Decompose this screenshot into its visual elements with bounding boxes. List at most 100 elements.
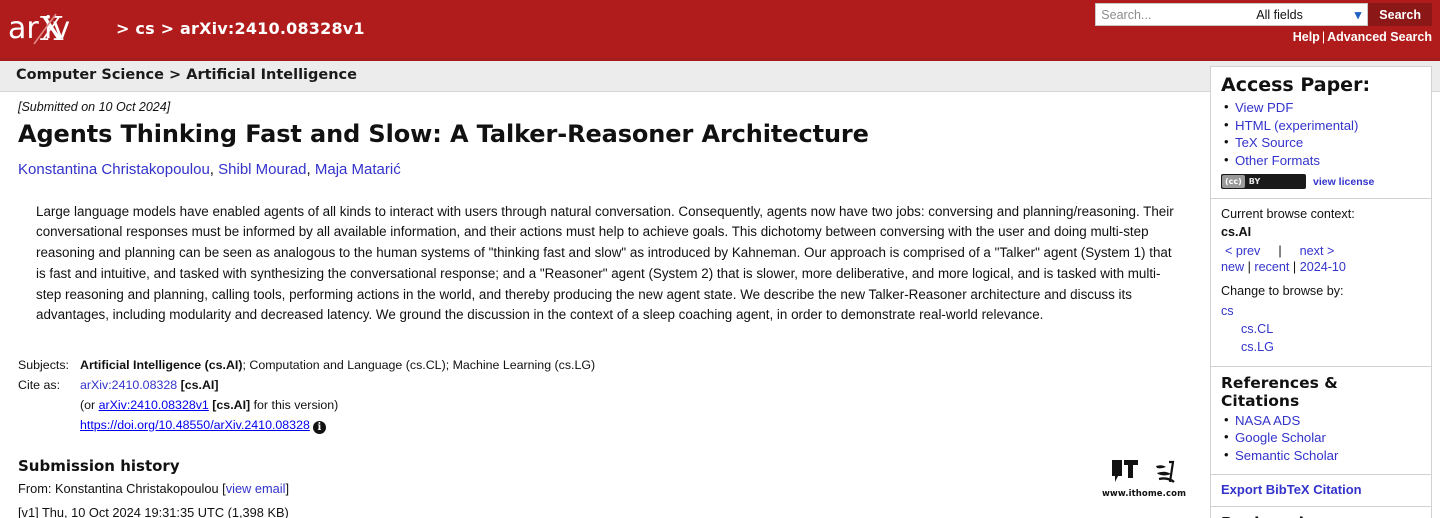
export-citation-section: Export BibTeX Citation (1211, 475, 1431, 507)
subjects-label: Subjects: (18, 358, 69, 373)
browse-cs-lg-link[interactable]: cs.LG (1221, 339, 1421, 357)
author-link[interactable]: Shibl Mourad (218, 161, 306, 178)
ithome-watermark: www.ithome.com (1098, 458, 1190, 499)
cite-row: Cite as: arXiv:2410.08328 [cs.AI] (18, 376, 1177, 396)
breadcrumb-link-cs[interactable]: cs (135, 19, 154, 38)
license-row: (cc) BY view license (1221, 174, 1421, 190)
search-field-selected-value: All fields (1256, 7, 1303, 22)
bookmark-title: Bookmark (1221, 514, 1421, 518)
list-item: View PDF (1224, 98, 1421, 117)
browse-context-value: cs.AI (1221, 225, 1252, 240)
cc-badge-right: BY (1248, 177, 1261, 187)
semantic-scholar-link[interactable]: Semantic Scholar (1235, 448, 1338, 463)
browse-cs-link[interactable]: cs (1221, 303, 1421, 321)
help-link[interactable]: Help (1293, 30, 1320, 44)
submitted-date: [Submitted on 10 Oct 2024] (18, 100, 171, 114)
watermark-logo-row (1098, 458, 1190, 488)
next-link[interactable]: next > (1300, 244, 1335, 258)
cite-or-suffix: for this version) (250, 397, 339, 412)
other-formats-link[interactable]: Other Formats (1235, 153, 1320, 168)
month-link[interactable]: 2024-10 (1300, 260, 1346, 274)
breadcrumb-sep-2: > (160, 18, 175, 38)
submission-version-line: [v1] Thu, 10 Oct 2024 19:31:35 UTC (1,39… (18, 505, 289, 518)
info-icon[interactable]: i (312, 420, 326, 434)
cite-version-row: (or arXiv:2410.08328v1 [cs.AI] for this … (80, 396, 1177, 416)
breadcrumb: > cs > arXiv:2410.08328v1 (116, 19, 365, 40)
google-scholar-link[interactable]: Google Scholar (1235, 430, 1326, 445)
cite-tag: [cs.AI] (180, 377, 219, 392)
doi-row: https://doi.org/10.48550/arXiv.2410.0832… (80, 416, 1177, 436)
svg-text:ar: ar (8, 11, 39, 46)
recent-link[interactable]: recent (1254, 260, 1289, 274)
change-browse-label: Change to browse by: (1221, 284, 1344, 299)
prev-link[interactable]: < prev (1225, 244, 1260, 258)
shortcut-divider: | (1247, 260, 1251, 275)
list-item: HTML (experimental) (1224, 116, 1421, 135)
site-header: ar iv X > cs > arXiv:2410.08328v1 All fi… (0, 0, 1440, 58)
browse-shortcuts: new | recent | 2024-10 (1221, 260, 1421, 274)
author-sep: , (306, 161, 311, 178)
references-title: References & Citations (1221, 373, 1338, 410)
submission-from-line: From: Konstantina Christakopoulou [view … (18, 479, 1177, 499)
export-bibtex-link[interactable]: Export BibTeX Citation (1221, 482, 1362, 497)
list-item: NASA ADS (1224, 411, 1421, 430)
access-paper-title: Access Paper: (1221, 74, 1371, 96)
html-experimental-link[interactable]: HTML (experimental) (1235, 118, 1358, 133)
shortcut-divider: | (1292, 260, 1297, 275)
bookmark-section: Bookmark (1211, 507, 1431, 518)
breadcrumb-sep-1: > (116, 18, 130, 38)
right-sidebar: Access Paper: View PDF HTML (experimenta… (1210, 66, 1432, 518)
cite-version-tag: [cs.AI] (212, 397, 251, 412)
help-divider: | (1321, 30, 1326, 44)
access-paper-section: Access Paper: View PDF HTML (experimenta… (1211, 67, 1431, 200)
ithome-logo-icon (1111, 460, 1138, 482)
arxiv-logo[interactable]: ar iv X (8, 10, 108, 48)
view-email-link[interactable]: view email (226, 481, 286, 496)
authors-list: Konstantina Christakopoulou, Shibl Moura… (18, 160, 1177, 180)
page-title: Agents Thinking Fast and Slow: A Talker-… (18, 120, 869, 148)
view-license-link[interactable]: view license (1313, 176, 1374, 188)
cite-label: Cite as: (18, 377, 61, 392)
list-item: Other Formats (1224, 151, 1421, 170)
ithome-glyph-icon (1155, 460, 1175, 483)
cite-id-link[interactable]: arXiv:2410.08328 (80, 378, 177, 392)
header-logo-breadcrumb: ar iv X > cs > arXiv:2410.08328v1 (8, 10, 365, 48)
subject-rest: ; Computation and Language (cs.CL); Mach… (242, 358, 596, 373)
author-link[interactable]: Konstantina Christakopoulou (18, 161, 210, 178)
author-link[interactable]: Maja Matarić (315, 161, 401, 178)
browse-cs-cl-link[interactable]: cs.CL (1221, 321, 1421, 339)
subjects-row: Subjects: Artificial Intelligence (cs.AI… (18, 356, 1177, 376)
doi-link[interactable]: https://doi.org/10.48550/arXiv.2410.0832… (80, 418, 310, 432)
access-paper-links: View PDF HTML (experimental) TeX Source … (1221, 98, 1421, 170)
arxiv-abstract-page: ar iv X > cs > arXiv:2410.08328v1 All fi… (0, 0, 1440, 518)
submission-from-suffix: ] (285, 481, 290, 497)
view-pdf-link[interactable]: View PDF (1235, 100, 1293, 115)
references-links: NASA ADS Google Scholar Semantic Scholar (1221, 411, 1421, 465)
browse-context-label: Current browse context: (1221, 207, 1355, 222)
submission-history-heading: Submission history (18, 457, 180, 476)
creative-commons-badge-icon[interactable]: (cc) BY (1221, 174, 1306, 190)
abstract-text: Large language models have enabled agent… (36, 203, 1174, 323)
search-field-select[interactable]: All fields ▾ (1250, 3, 1369, 26)
submission-from-prefix: From: Konstantina Christakopoulou [ (18, 481, 226, 497)
browse-context-section: Current browse context: cs.AI < prev | nex… (1211, 199, 1431, 367)
svg-text:X: X (40, 10, 64, 48)
main-content: [Submitted on 10 Oct 2024] Agents Thinki… (0, 92, 1195, 518)
search-input[interactable] (1095, 3, 1251, 26)
cc-badge-left: (cc) (1222, 175, 1245, 189)
watermark-url: www.ithome.com (1101, 489, 1187, 499)
header-search-area: All fields ▾ Search Help|Advanced Search (1095, 3, 1432, 44)
breadcrumb-identifier: arXiv:2410.08328v1 (179, 18, 365, 38)
chevron-down-icon: ▾ (1354, 7, 1362, 22)
advanced-search-link[interactable]: Advanced Search (1327, 30, 1432, 44)
tex-source-link[interactable]: TeX Source (1235, 135, 1303, 150)
cite-or-prefix: (or (80, 397, 99, 412)
nasa-ads-link[interactable]: NASA ADS (1235, 413, 1300, 428)
nav-divider: | (1278, 244, 1282, 259)
search-button[interactable]: Search (1368, 3, 1432, 26)
new-link[interactable]: new (1221, 260, 1244, 274)
subjects-value: Artificial Intelligence (cs.AI); Computa… (80, 356, 595, 376)
cite-value: arXiv:2410.08328 [cs.AI] (80, 376, 218, 396)
cite-version-link[interactable]: arXiv:2410.08328v1 (99, 398, 209, 412)
references-citations-section: References & Citations NASA ADS Google S… (1211, 367, 1431, 475)
